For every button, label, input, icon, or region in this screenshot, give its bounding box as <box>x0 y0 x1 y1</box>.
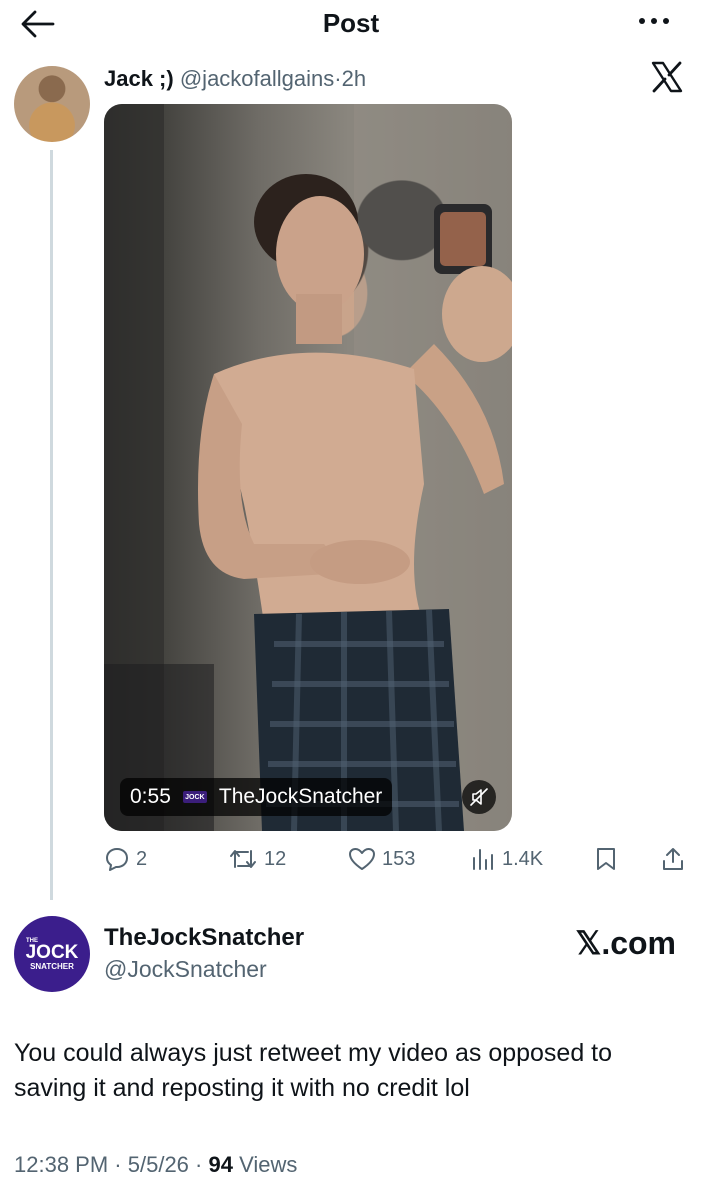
video-player[interactable]: 0:55 JOCK TheJockSnatcher <box>104 104 512 831</box>
analytics-bars-icon <box>473 849 493 870</box>
avatar-text-bottom: SNATCHER <box>30 961 74 971</box>
dot-separator: · <box>334 66 342 91</box>
author-name[interactable]: TheJockSnatcher <box>104 924 304 952</box>
muted-speaker-icon <box>470 788 488 806</box>
views-button[interactable]: 1.4K <box>470 842 543 876</box>
bookmark-button[interactable] <box>594 842 618 876</box>
heart-icon <box>349 848 375 870</box>
more-options-button[interactable] <box>632 6 676 36</box>
avatar[interactable] <box>14 66 90 142</box>
tweet-timestamp-line: 12:38 PM · 5/5/26 · 94 Views <box>14 1152 297 1178</box>
tweet-body-text: You could always just retweet my video a… <box>14 1039 613 1102</box>
like-button[interactable]: 153 <box>348 842 415 876</box>
video-duration: 0:55 <box>130 785 171 808</box>
avatar[interactable]: THE JOCK SNATCHER <box>14 916 90 992</box>
mute-toggle-button[interactable] <box>462 780 496 814</box>
dot-separator: · <box>195 1152 203 1177</box>
tweet-time[interactable]: 12:38 PM <box>14 1152 108 1177</box>
avatar-text-main: JOCK <box>25 941 79 963</box>
author-name[interactable]: Jack ;) <box>104 66 174 91</box>
reply-button[interactable]: 2 <box>104 842 147 876</box>
bookmark-icon <box>597 848 615 870</box>
thread-connector-line <box>50 150 53 900</box>
reply-count: 2 <box>136 847 148 870</box>
repost-button[interactable]: 12 <box>228 842 286 876</box>
tweet-author-line: Jack ;) @jackofallgains·2h <box>104 66 366 92</box>
tweet-time[interactable]: 2h <box>342 66 366 91</box>
like-count: 153 <box>382 847 416 870</box>
views-label: Views <box>239 1152 298 1177</box>
site-watermark: 𝕏.com <box>575 925 676 961</box>
repost-count: 12 <box>264 847 287 870</box>
share-button[interactable] <box>660 842 686 876</box>
author-handle[interactable]: @JockSnatcher <box>104 956 267 983</box>
tweet-actions: 2 12 153 1.4K <box>104 842 694 876</box>
more-horizontal-icon <box>639 18 669 24</box>
x-logo-icon <box>651 61 683 93</box>
repost-icon <box>230 850 256 868</box>
view-count: 94 <box>208 1152 233 1177</box>
share-icon <box>663 848 683 870</box>
video-info-badge: 0:55 JOCK TheJockSnatcher <box>120 778 393 816</box>
video-source-name[interactable]: TheJockSnatcher <box>219 785 382 809</box>
reply-icon <box>106 848 128 871</box>
page-title: Post <box>322 8 380 38</box>
views-count: 1.4K <box>502 847 544 870</box>
tweet-date[interactable]: 5/5/26 <box>128 1152 189 1177</box>
top-bar: Post <box>0 0 702 50</box>
dot-separator: · <box>114 1152 122 1177</box>
video-frame-image <box>104 104 512 831</box>
author-handle[interactable]: @jackofallgains <box>180 66 334 91</box>
source-brand-logo: JOCK <box>182 791 207 803</box>
